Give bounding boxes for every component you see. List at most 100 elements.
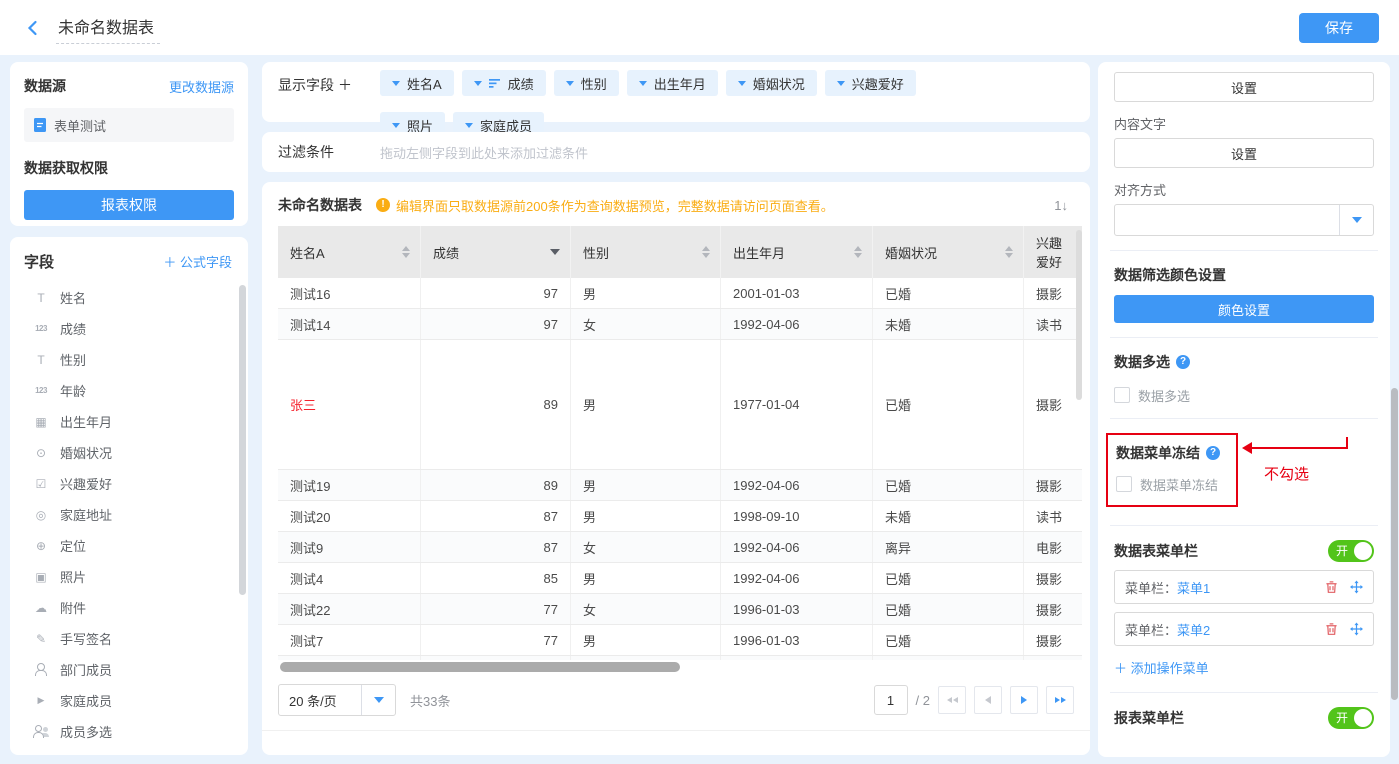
field-item-定位[interactable]: ⊕定位 bbox=[24, 530, 238, 561]
table-row[interactable]: 测试2277女1996-01-03已婚摄影 bbox=[278, 594, 1082, 625]
column-header-出生年月[interactable]: 出生年月 bbox=[721, 226, 873, 278]
cell-value: 已婚 bbox=[885, 631, 911, 650]
filter-dropzone[interactable]: 拖动左侧字段到此处来添加过滤条件 bbox=[380, 143, 588, 162]
align-select[interactable] bbox=[1114, 204, 1374, 236]
report-permission-button[interactable]: 报表权限 bbox=[24, 190, 234, 220]
menu-item-link[interactable]: 菜单1 bbox=[1177, 578, 1210, 597]
cell: 女 bbox=[571, 594, 721, 624]
cell-value: 未婚 bbox=[885, 507, 911, 526]
sort-desc-active-icon[interactable] bbox=[550, 249, 560, 255]
table-row[interactable]: 测试1497女1992-04-06未婚读书 bbox=[278, 309, 1082, 340]
display-field-chip-兴趣爱好[interactable]: 兴趣爱好 bbox=[825, 70, 916, 96]
chevron-down-icon[interactable] bbox=[837, 81, 845, 90]
table-row[interactable]: 测试777男1996-01-03已婚摄影 bbox=[278, 625, 1082, 656]
back-button[interactable] bbox=[20, 15, 46, 41]
add-formula-field-link[interactable]: ＋ 公式字段 bbox=[163, 252, 232, 271]
field-item-婚姻状况[interactable]: ⊙婚姻状况 bbox=[24, 437, 238, 468]
chevron-down-icon[interactable] bbox=[474, 81, 482, 90]
first-page-button[interactable] bbox=[938, 686, 966, 714]
table-row[interactable]: 测试1697男2001-01-03已婚摄影 bbox=[278, 278, 1082, 309]
field-item-家庭成员[interactable]: ▶家庭成员 bbox=[24, 685, 238, 716]
table-horizontal-scrollbar[interactable] bbox=[280, 662, 680, 672]
display-field-chip-成绩[interactable]: 成绩 bbox=[462, 70, 546, 96]
chevron-down-icon[interactable] bbox=[392, 81, 400, 90]
display-field-chip-出生年月[interactable]: 出生年月 bbox=[627, 70, 718, 96]
column-header-婚姻状况[interactable]: 婚姻状况 bbox=[873, 226, 1024, 278]
menu-item-菜单2[interactable]: 菜单栏：菜单2 bbox=[1114, 612, 1374, 646]
column-header-姓名A[interactable]: 姓名A bbox=[278, 226, 421, 278]
page-number-input[interactable] bbox=[874, 685, 908, 715]
divider bbox=[1110, 692, 1378, 693]
help-icon[interactable]: ? bbox=[1206, 446, 1220, 460]
sort-order-button[interactable]: 1↓ bbox=[1048, 196, 1074, 215]
multi-select-checkbox[interactable] bbox=[1114, 387, 1130, 403]
field-item-出生年月[interactable]: ▦出生年月 bbox=[24, 406, 238, 437]
add-display-field-button[interactable]: ＋ bbox=[338, 77, 352, 93]
display-field-chip-姓名A[interactable]: 姓名A bbox=[380, 70, 454, 96]
upload-icon: ☁ bbox=[30, 601, 52, 615]
menu-item-菜单1[interactable]: 菜单栏：菜单1 bbox=[1114, 570, 1374, 604]
table-menu-toggle[interactable]: 开 bbox=[1328, 540, 1374, 562]
field-label: 出生年月 bbox=[60, 412, 112, 431]
color-set-button[interactable]: 颜色设置 bbox=[1114, 295, 1374, 323]
field-item-手写签名[interactable]: ✎手写签名 bbox=[24, 623, 238, 654]
menu-item-link[interactable]: 菜单2 bbox=[1177, 620, 1210, 639]
delete-menu-icon[interactable] bbox=[1325, 622, 1338, 636]
delete-menu-icon[interactable] bbox=[1325, 580, 1338, 594]
sort-toggle-icon[interactable] bbox=[1005, 246, 1013, 258]
datasource-item[interactable]: 表单测试 bbox=[24, 108, 234, 142]
sort-toggle-icon[interactable] bbox=[702, 246, 710, 258]
chevron-down-icon[interactable] bbox=[738, 81, 746, 90]
sort-toggle-icon[interactable] bbox=[854, 246, 862, 258]
field-item-附件[interactable]: ☁附件 bbox=[24, 592, 238, 623]
table-vertical-scrollbar[interactable] bbox=[1076, 230, 1082, 400]
page-title[interactable]: 未命名数据表 bbox=[56, 12, 160, 44]
sort-toggle-icon[interactable] bbox=[402, 246, 410, 258]
move-menu-icon[interactable] bbox=[1350, 622, 1363, 636]
content-text-set-button[interactable]: 设置 bbox=[1114, 138, 1374, 168]
chevron-down-icon[interactable] bbox=[392, 123, 400, 132]
table-row[interactable]: 测试485男1992-04-06已婚摄影 bbox=[278, 563, 1082, 594]
field-item-成员多选[interactable]: 成员多选 bbox=[24, 716, 238, 747]
display-fields-label: 显示字段 bbox=[278, 77, 334, 93]
page-scrollbar[interactable] bbox=[1391, 388, 1398, 700]
chevron-down-icon[interactable] bbox=[566, 81, 574, 90]
table-row[interactable]: 测试2087男1998-09-10未婚读书 bbox=[278, 501, 1082, 532]
display-field-chip-性别[interactable]: 性别 bbox=[554, 70, 619, 96]
help-icon[interactable]: ? bbox=[1176, 355, 1190, 369]
table-row[interactable]: 张三89男1977-01-04已婚摄影 bbox=[278, 340, 1082, 470]
display-fields-card: 显示字段＋ 姓名A成绩性别出生年月婚姻状况兴趣爱好照片家庭成员 bbox=[262, 62, 1090, 122]
display-field-chip-婚姻状况[interactable]: 婚姻状况 bbox=[726, 70, 817, 96]
cell-value: 87 bbox=[544, 509, 558, 524]
header-text-set-button[interactable]: 设置 bbox=[1114, 72, 1374, 102]
field-list-scrollbar[interactable] bbox=[239, 285, 246, 595]
prev-page-button[interactable] bbox=[974, 686, 1002, 714]
field-item-部门成员[interactable]: 部门成员 bbox=[24, 654, 238, 685]
save-button[interactable]: 保存 bbox=[1299, 13, 1379, 43]
next-page-button[interactable] bbox=[1010, 686, 1038, 714]
multi-select-checkbox-label: 数据多选 bbox=[1138, 386, 1190, 405]
change-datasource-link[interactable]: 更改数据源 bbox=[169, 77, 234, 96]
divider bbox=[1110, 250, 1378, 251]
column-header-兴趣爱好[interactable]: 兴趣爱好 bbox=[1024, 226, 1082, 278]
freeze-checkbox[interactable] bbox=[1116, 476, 1132, 492]
column-header-成绩[interactable]: 成绩 bbox=[421, 226, 571, 278]
field-item-性别[interactable]: T性别 bbox=[24, 344, 238, 375]
field-item-照片[interactable]: ▣照片 bbox=[24, 561, 238, 592]
last-page-button[interactable] bbox=[1046, 686, 1074, 714]
field-label: 成员多选 bbox=[60, 722, 112, 741]
field-item-姓名[interactable]: T姓名 bbox=[24, 282, 238, 313]
report-menu-toggle[interactable]: 开 bbox=[1328, 707, 1374, 729]
field-item-兴趣爱好[interactable]: ☑兴趣爱好 bbox=[24, 468, 238, 499]
field-item-年龄[interactable]: 123年龄 bbox=[24, 375, 238, 406]
table-row[interactable]: 测试987女1992-04-06离异电影 bbox=[278, 532, 1082, 563]
move-menu-icon[interactable] bbox=[1350, 580, 1363, 594]
field-item-家庭地址[interactable]: ◎家庭地址 bbox=[24, 499, 238, 530]
table-row[interactable]: 测试1989男1992-04-06已婚摄影 bbox=[278, 470, 1082, 501]
column-header-性别[interactable]: 性别 bbox=[571, 226, 721, 278]
chevron-down-icon[interactable] bbox=[639, 81, 647, 90]
add-menu-link[interactable]: ＋ 添加操作菜单 bbox=[1114, 658, 1209, 677]
page-size-select[interactable]: 20 条/页 bbox=[278, 684, 396, 716]
field-item-成绩[interactable]: 123成绩 bbox=[24, 313, 238, 344]
chevron-down-icon[interactable] bbox=[465, 123, 473, 132]
